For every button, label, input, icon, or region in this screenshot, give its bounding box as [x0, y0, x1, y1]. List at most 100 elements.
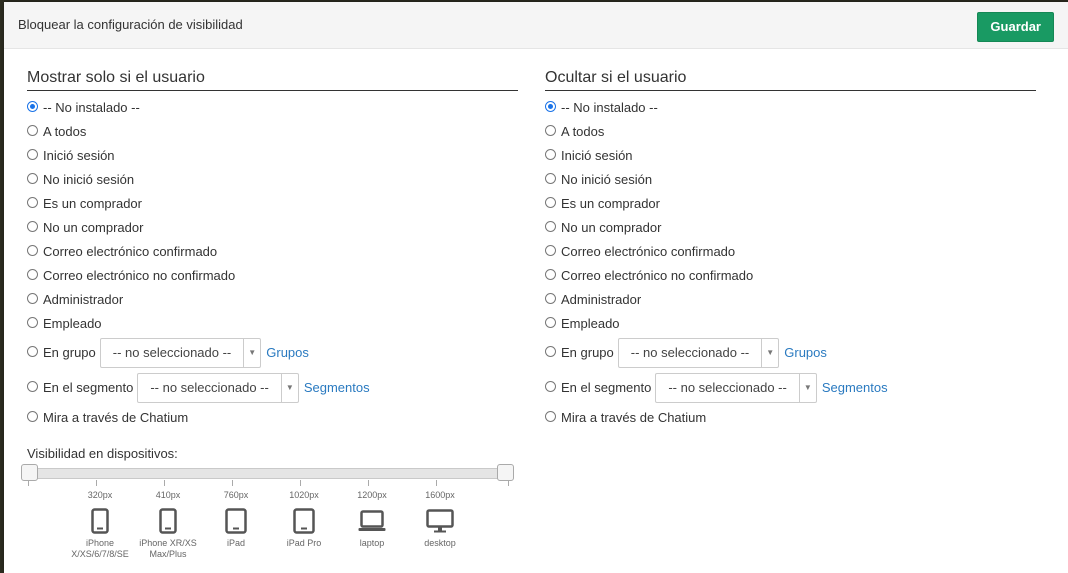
show-option[interactable]: Correo electrónico no confirmado — [27, 263, 518, 287]
radio-button[interactable] — [27, 172, 38, 184]
option-label: Correo electrónico no confirmado — [561, 267, 754, 283]
show-option[interactable]: -- No instalado -- — [27, 95, 518, 119]
slider-tick — [300, 480, 301, 486]
option-label: Correo electrónico no confirmado — [43, 267, 236, 283]
hide-option[interactable]: A todos — [545, 119, 1036, 143]
option-label: Mira a través de Chatium — [43, 409, 189, 425]
hide-option[interactable]: Inició sesión — [545, 143, 1036, 167]
segment-select[interactable]: -- no seleccionado -- ▼ — [655, 372, 817, 403]
hide-option[interactable]: -- No instalado -- — [545, 95, 1036, 119]
device-name: desktop — [424, 538, 456, 548]
option-label: A todos — [43, 123, 87, 139]
tablet-icon — [225, 508, 247, 534]
radio-button[interactable] — [545, 268, 556, 280]
radio-button[interactable] — [27, 124, 38, 136]
chevron-down-icon[interactable]: ▼ — [280, 373, 298, 402]
show-option[interactable]: Mira a través de Chatium — [27, 405, 518, 429]
option-label: Inició sesión — [561, 147, 633, 163]
chevron-down-icon[interactable]: ▼ — [761, 338, 778, 367]
option-label: No inició sesión — [561, 171, 653, 187]
chevron-down-icon[interactable]: ▼ — [798, 373, 816, 402]
slider-tick — [96, 480, 97, 486]
radio-button[interactable] — [545, 100, 556, 112]
radio-button[interactable] — [545, 410, 556, 422]
radio-button[interactable] — [27, 381, 38, 392]
hide-option[interactable]: Administrador — [545, 287, 1036, 311]
group-select[interactable]: -- no seleccionado -- ▼ — [99, 337, 262, 368]
segments-link[interactable]: Segmentos — [304, 380, 370, 395]
radio-button[interactable] — [27, 220, 38, 232]
radio-button[interactable] — [545, 292, 556, 304]
option-label: Correo electrónico confirmado — [561, 243, 736, 259]
option-label: No un comprador — [43, 219, 144, 235]
hide-option[interactable]: No inició sesión — [545, 167, 1036, 191]
radio-button[interactable] — [545, 172, 556, 184]
option-label: Administrador — [43, 291, 124, 307]
show-option[interactable]: No inició sesión — [27, 167, 518, 191]
option-label: No inició sesión — [43, 171, 135, 187]
radio-button[interactable] — [27, 292, 38, 304]
radio-button[interactable] — [545, 220, 556, 232]
slider-tick — [436, 480, 437, 486]
radio-button[interactable] — [545, 316, 556, 328]
slider-min-handle[interactable] — [21, 464, 38, 481]
tablet-icon — [293, 508, 315, 534]
radio-button[interactable] — [27, 268, 38, 280]
show-option[interactable]: Inició sesión — [27, 143, 518, 167]
radio-button[interactable] — [545, 124, 556, 136]
segment-select[interactable]: -- no seleccionado -- ▼ — [137, 372, 299, 403]
device-name: iPad — [226, 538, 245, 548]
groups-link[interactable]: Grupos — [784, 345, 827, 360]
option-label: -- No instalado -- — [561, 99, 658, 115]
hide-option[interactable]: Correo electrónico confirmado — [545, 239, 1036, 263]
show-option[interactable]: A todos — [27, 119, 518, 143]
radio-button[interactable] — [545, 196, 556, 208]
show-option[interactable]: Empleado — [27, 311, 518, 335]
radio-button[interactable] — [27, 148, 38, 160]
device-name: iPhone X/XS/6/7/8/SE — [71, 538, 129, 559]
hide-option[interactable]: Empleado — [545, 311, 1036, 335]
show-option[interactable]: Administrador — [27, 287, 518, 311]
hide-option[interactable]: No un comprador — [545, 215, 1036, 239]
hide-option[interactable]: Es un comprador — [545, 191, 1036, 215]
option-label: Es un comprador — [43, 195, 142, 211]
hide-option-group[interactable]: En grupo -- no seleccionado -- ▼ Grupos — [545, 335, 1036, 370]
radio-button[interactable] — [545, 381, 556, 392]
radio-button[interactable] — [27, 196, 38, 208]
option-label: En grupo — [43, 345, 96, 360]
device-ipad-pro: 1020px iPad Pro — [274, 490, 334, 549]
hide-option[interactable]: Mira a través de Chatium — [545, 405, 1036, 429]
hide-option[interactable]: Correo electrónico no confirmado — [545, 263, 1036, 287]
show-option[interactable]: Es un comprador — [27, 191, 518, 215]
chevron-down-icon[interactable]: ▼ — [243, 338, 260, 367]
segments-link[interactable]: Segmentos — [822, 380, 888, 395]
groups-link[interactable]: Grupos — [266, 345, 309, 360]
show-only-title: Mostrar solo si el usuario — [27, 68, 518, 91]
radio-button[interactable] — [27, 410, 38, 422]
dialog-header: Bloquear la configuración de visibilidad… — [4, 2, 1068, 49]
show-option-segment[interactable]: En el segmento -- no seleccionado -- ▼ Se… — [27, 370, 518, 405]
option-label: En grupo — [561, 345, 614, 360]
option-label: Empleado — [43, 315, 102, 331]
hide-option-segment[interactable]: En el segmento -- no seleccionado -- ▼ Se… — [545, 370, 1036, 405]
device-range-slider[interactable] — [27, 468, 510, 479]
radio-button[interactable] — [27, 244, 38, 256]
show-only-options: -- No instalado -- A todos Inició sesión… — [27, 95, 518, 429]
show-option[interactable]: No un comprador — [27, 215, 518, 239]
show-option-group[interactable]: En grupo -- no seleccionado -- ▼ Grupos — [27, 335, 518, 370]
show-option[interactable]: Correo electrónico confirmado — [27, 239, 518, 263]
radio-button[interactable] — [27, 346, 38, 357]
radio-button[interactable] — [27, 100, 38, 112]
option-label: -- No instalado -- — [43, 99, 140, 115]
save-button[interactable]: Guardar — [977, 12, 1054, 42]
device-visibility-label: Visibilidad en dispositivos: — [27, 446, 178, 461]
option-label: Empleado — [561, 315, 620, 331]
radio-button[interactable] — [545, 148, 556, 160]
device-width: 760px — [223, 490, 249, 500]
hide-options: -- No instalado -- A todos Inició sesión… — [545, 95, 1036, 429]
radio-button[interactable] — [27, 316, 38, 328]
group-select[interactable]: -- no seleccionado -- ▼ — [617, 337, 780, 368]
slider-max-handle[interactable] — [497, 464, 514, 481]
radio-button[interactable] — [545, 346, 556, 357]
radio-button[interactable] — [545, 244, 556, 256]
